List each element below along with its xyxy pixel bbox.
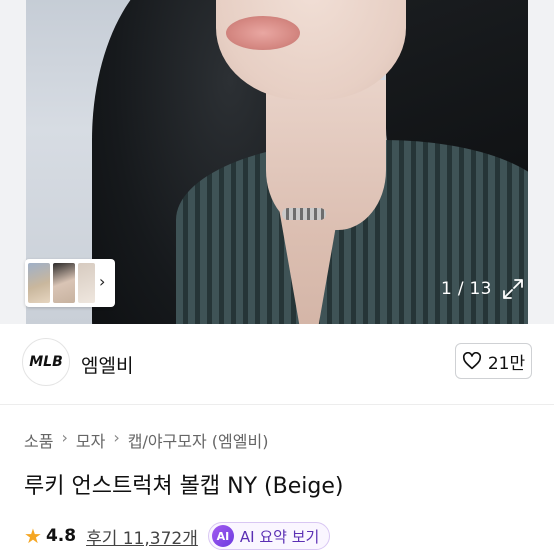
image-neck: [266, 80, 386, 230]
chevron-right-icon: ›: [99, 272, 106, 291]
seller-row[interactable]: MLB 엠엘비 21만: [0, 324, 554, 404]
thumbnail-3[interactable]: [78, 263, 95, 303]
breadcrumb-item[interactable]: 캡/야구모자 (엠엘비): [128, 428, 269, 452]
expand-icon[interactable]: [502, 278, 524, 300]
brand-logo[interactable]: MLB: [22, 338, 70, 386]
ai-summary-label: AI 요약 보기: [239, 527, 320, 546]
breadcrumb: 소품 › 모자 › 캡/야구모자 (엠엘비): [24, 428, 268, 452]
thumbnail-strip-button[interactable]: ›: [25, 259, 115, 307]
chevron-right-icon: ›: [61, 428, 68, 447]
breadcrumb-item[interactable]: 소품: [24, 428, 53, 452]
thumbnail-1[interactable]: [28, 263, 50, 303]
rating-value: 4.8: [45, 526, 77, 546]
ai-icon: AI: [211, 525, 234, 547]
image-necklace: [282, 208, 326, 220]
like-button[interactable]: 21만: [455, 343, 532, 379]
rating-row: ★ 4.8 후기 11,372개 AI AI 요약 보기: [24, 522, 331, 550]
chevron-right-icon: ›: [113, 428, 120, 447]
product-image-gallery[interactable]: › 1 / 13: [0, 0, 554, 324]
reviews-link[interactable]: 후기 11,372개: [86, 524, 198, 549]
heart-icon: [462, 352, 481, 370]
ai-summary-button[interactable]: AI AI 요약 보기: [207, 522, 331, 550]
image-counter: 1 / 13: [441, 279, 492, 299]
product-title: 루키 언스트럭쳐 볼캡 NY (Beige): [24, 474, 344, 499]
image-lips: [226, 16, 300, 50]
thumbnail-2[interactable]: [53, 263, 75, 303]
star-icon: ★: [24, 524, 42, 548]
like-count: 21만: [487, 353, 526, 374]
brand-name[interactable]: 엠엘비: [81, 351, 133, 378]
divider: [0, 404, 554, 405]
breadcrumb-item[interactable]: 모자: [76, 428, 105, 452]
